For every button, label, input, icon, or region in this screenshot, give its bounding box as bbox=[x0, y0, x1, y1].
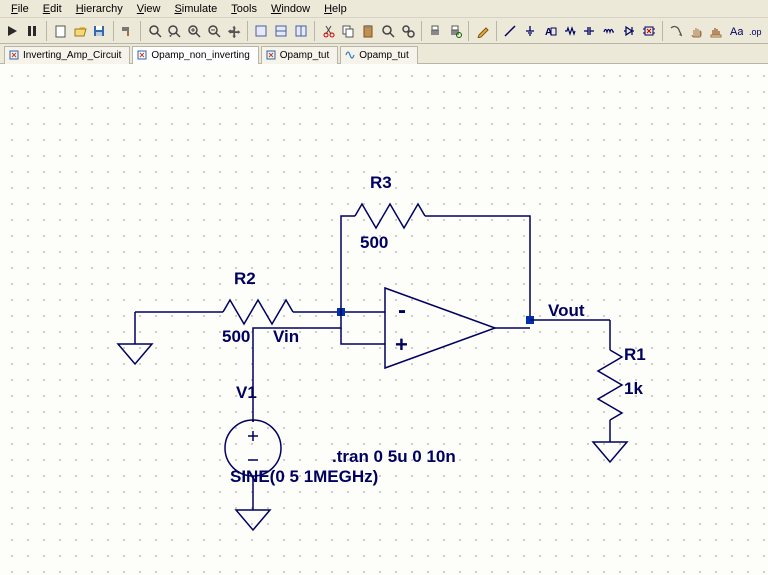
schematic-drawing: R2 500 Vin R3 500 - + Vout bbox=[0, 64, 768, 575]
schematic-canvas[interactable]: R2 500 Vin R3 500 - + Vout bbox=[0, 64, 768, 575]
tab-label: Inverting_Amp_Circuit bbox=[23, 50, 121, 61]
label-button[interactable]: A bbox=[541, 20, 560, 42]
menu-help[interactable]: Help bbox=[317, 2, 354, 16]
tab-opamp-tut-wave[interactable]: Opamp_tut bbox=[340, 46, 417, 64]
zoom-window-button[interactable] bbox=[145, 20, 164, 42]
tab-label: Opamp_non_inverting bbox=[151, 50, 249, 61]
schematic-icon bbox=[266, 50, 276, 60]
separator bbox=[421, 21, 422, 41]
wire[interactable] bbox=[253, 312, 341, 422]
wire-button[interactable] bbox=[501, 20, 520, 42]
r3-resistor[interactable] bbox=[355, 204, 425, 228]
paste-button[interactable] bbox=[359, 20, 378, 42]
print-setup-button[interactable] bbox=[446, 20, 465, 42]
menu-window[interactable]: Window bbox=[264, 2, 317, 16]
tile1-button[interactable] bbox=[252, 20, 271, 42]
new-button[interactable] bbox=[50, 20, 69, 42]
separator bbox=[113, 21, 114, 41]
menu-bar: File Edit Hierarchy View Simulate Tools … bbox=[0, 0, 768, 18]
ground-left[interactable] bbox=[118, 312, 152, 364]
hammer-button[interactable] bbox=[118, 20, 137, 42]
find-button[interactable] bbox=[379, 20, 398, 42]
svg-text:Aa: Aa bbox=[730, 26, 743, 38]
svg-text:.op: .op bbox=[749, 27, 762, 37]
print-button[interactable] bbox=[426, 20, 445, 42]
tile3-button[interactable] bbox=[292, 20, 311, 42]
open-button[interactable] bbox=[70, 20, 89, 42]
move-button[interactable] bbox=[667, 20, 686, 42]
resistor-button[interactable] bbox=[560, 20, 579, 42]
separator bbox=[140, 21, 141, 41]
run-button[interactable] bbox=[3, 20, 22, 42]
tab-opamp-tut-sch[interactable]: Opamp_tut bbox=[261, 46, 338, 64]
vout-label[interactable]: Vout bbox=[548, 301, 585, 320]
ground-v1[interactable] bbox=[236, 510, 270, 530]
text-button[interactable]: Aa bbox=[726, 20, 745, 42]
menu-hierarchy[interactable]: Hierarchy bbox=[69, 2, 130, 16]
r2-resistor[interactable] bbox=[223, 300, 293, 324]
menu-tools[interactable]: Tools bbox=[224, 2, 264, 16]
svg-text:-: - bbox=[398, 297, 406, 324]
pencil-button[interactable] bbox=[473, 20, 492, 42]
menu-view[interactable]: View bbox=[130, 2, 168, 16]
r2-value-label[interactable]: 500 bbox=[222, 327, 250, 346]
schematic-icon bbox=[137, 50, 147, 60]
wire[interactable] bbox=[341, 328, 385, 344]
tran-directive[interactable]: .tran 0 5u 0 10n bbox=[332, 447, 456, 466]
tab-label: Opamp_tut bbox=[280, 50, 329, 61]
diode-button[interactable] bbox=[620, 20, 639, 42]
separator bbox=[496, 21, 497, 41]
drag-button[interactable] bbox=[707, 20, 726, 42]
inductor-button[interactable] bbox=[600, 20, 619, 42]
wire[interactable] bbox=[425, 216, 530, 320]
r2-name-label[interactable]: R2 bbox=[234, 269, 256, 288]
tile2-button[interactable] bbox=[272, 20, 291, 42]
menu-file[interactable]: File bbox=[4, 2, 36, 16]
pan-button[interactable] bbox=[224, 20, 243, 42]
svg-text:+: + bbox=[395, 332, 408, 357]
schematic-icon bbox=[9, 50, 19, 60]
separator bbox=[468, 21, 469, 41]
zoom-out-button[interactable] bbox=[205, 20, 224, 42]
cut-button[interactable] bbox=[319, 20, 338, 42]
tab-inverting-amp[interactable]: Inverting_Amp_Circuit bbox=[4, 46, 130, 64]
separator bbox=[46, 21, 47, 41]
sine-directive[interactable]: SINE(0 5 1MEGHz) bbox=[230, 467, 378, 486]
wire[interactable] bbox=[341, 216, 355, 312]
zoom-in-button[interactable] bbox=[185, 20, 204, 42]
separator bbox=[662, 21, 663, 41]
menu-edit[interactable]: Edit bbox=[36, 2, 69, 16]
r1-resistor[interactable] bbox=[598, 350, 622, 420]
copy-button[interactable] bbox=[339, 20, 358, 42]
capacitor-button[interactable] bbox=[580, 20, 599, 42]
separator bbox=[314, 21, 315, 41]
waveform-icon bbox=[345, 50, 355, 60]
vin-label[interactable]: Vin bbox=[273, 327, 299, 346]
menu-simulate[interactable]: Simulate bbox=[167, 2, 224, 16]
zoom-back-button[interactable] bbox=[165, 20, 184, 42]
opamp[interactable]: - + bbox=[385, 288, 495, 368]
hand-button[interactable] bbox=[687, 20, 706, 42]
component-button[interactable] bbox=[639, 20, 658, 42]
ground-button[interactable] bbox=[521, 20, 540, 42]
spice-button[interactable]: .op bbox=[746, 20, 765, 42]
tab-label: Opamp_tut bbox=[359, 50, 408, 61]
v1-name-label[interactable]: V1 bbox=[236, 383, 257, 402]
r1-name-label[interactable]: R1 bbox=[624, 345, 646, 364]
r3-name-label[interactable]: R3 bbox=[370, 173, 392, 192]
r1-value-label[interactable]: 1k bbox=[624, 379, 643, 398]
r3-value-label[interactable]: 500 bbox=[360, 233, 388, 252]
tab-opamp-non-inverting[interactable]: Opamp_non_inverting bbox=[132, 46, 258, 64]
save-button[interactable] bbox=[90, 20, 109, 42]
pause-button[interactable] bbox=[23, 20, 42, 42]
tab-strip: Inverting_Amp_Circuit Opamp_non_invertin… bbox=[0, 44, 768, 64]
find-next-button[interactable] bbox=[398, 20, 417, 42]
toolbar: A Aa .op bbox=[0, 18, 768, 44]
ground-r1[interactable] bbox=[593, 442, 627, 462]
separator bbox=[247, 21, 248, 41]
